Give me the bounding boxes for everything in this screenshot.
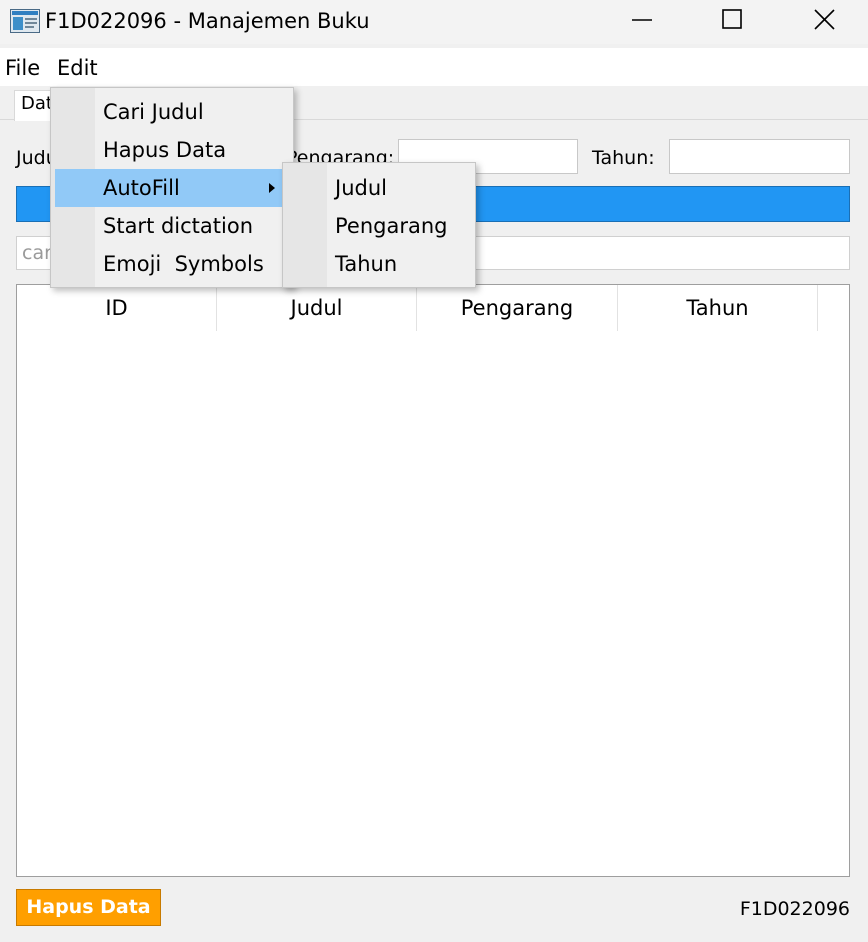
column-header-judul[interactable]: Judul	[217, 285, 417, 331]
minimize-icon	[632, 19, 652, 21]
autofill-submenu: Judul Pengarang Tahun	[282, 162, 476, 288]
menu-item-hapus-data[interactable]: Hapus Data	[55, 131, 289, 169]
menu-bar: File Edit	[0, 48, 868, 86]
title-bar: F1D022096 - Manajemen Buku	[0, 0, 868, 44]
book-table[interactable]: ID Judul Pengarang Tahun	[16, 284, 850, 877]
maximize-button[interactable]	[686, 0, 778, 44]
submenu-item-pengarang[interactable]: Pengarang	[287, 207, 471, 245]
column-header-tahun[interactable]: Tahun	[618, 285, 818, 331]
edit-menu: Cari Judul Hapus Data AutoFill Start dic…	[50, 87, 294, 288]
submenu-item-judul[interactable]: Judul	[287, 169, 471, 207]
student-id-label: F1D022096	[739, 898, 850, 920]
menu-item-autofill[interactable]: AutoFill	[55, 169, 283, 207]
menu-item-emoji-symbols[interactable]: Emoji Symbols	[55, 245, 289, 283]
column-header-id[interactable]: ID	[17, 285, 217, 331]
submenu-arrow-icon	[269, 183, 275, 193]
minimize-button[interactable]	[596, 0, 688, 44]
submenu-item-tahun[interactable]: Tahun	[287, 245, 471, 283]
maximize-icon	[722, 9, 742, 29]
tahun-label: Tahun:	[592, 147, 655, 169]
close-button[interactable]	[776, 0, 868, 44]
tahun-input[interactable]	[669, 139, 850, 174]
app-icon	[10, 9, 40, 33]
column-header-pengarang[interactable]: Pengarang	[417, 285, 618, 331]
menu-file[interactable]: File	[5, 55, 40, 81]
close-icon	[814, 9, 835, 30]
menu-item-cari-judul[interactable]: Cari Judul	[55, 93, 289, 131]
hapus-data-button[interactable]: Hapus Data	[16, 889, 161, 926]
window-title: F1D022096 - Manajemen Buku	[45, 9, 370, 33]
menu-edit[interactable]: Edit	[57, 55, 98, 81]
menu-item-start-dictation[interactable]: Start dictation	[55, 207, 289, 245]
